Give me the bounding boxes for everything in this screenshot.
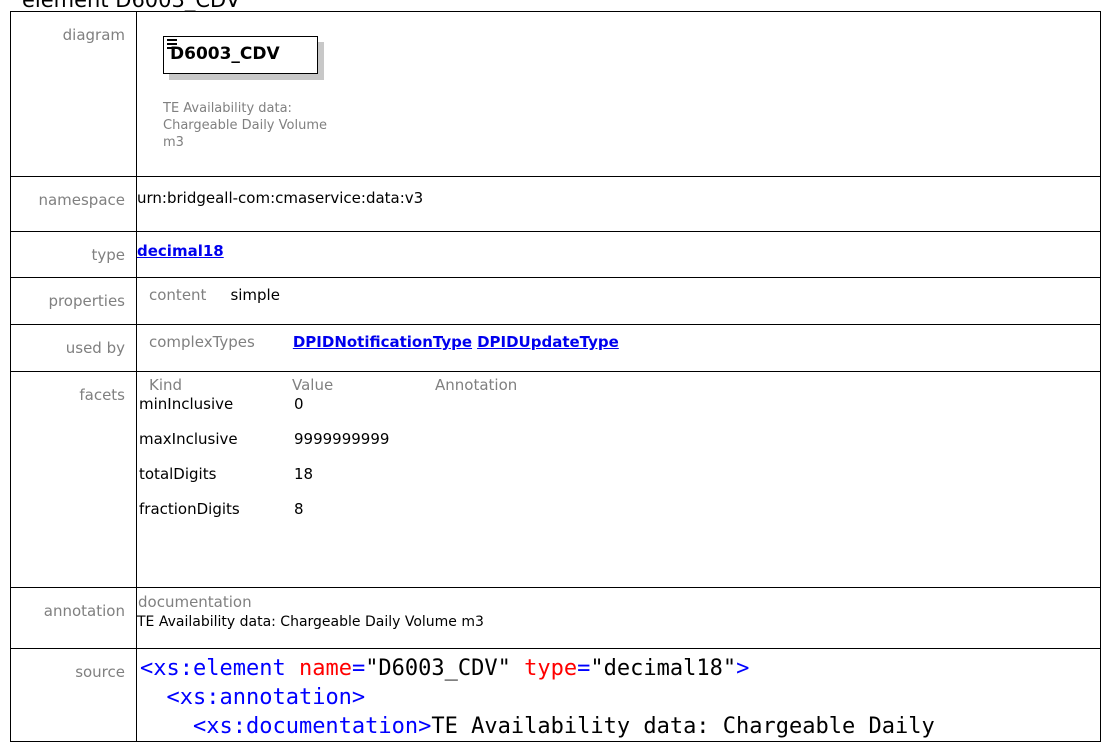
source-label: source xyxy=(10,648,137,742)
facet-row: totalDigits 18 xyxy=(139,465,314,483)
facets-table: Kind Value Annotation minInclusive 0 max… xyxy=(137,372,1100,519)
facets-header-annotation: Annotation xyxy=(435,376,518,394)
type-link[interactable]: decimal18 xyxy=(137,242,224,260)
facet-row: fractionDigits 8 xyxy=(139,500,304,518)
properties-row: properties content simple xyxy=(10,277,1101,325)
facets-label: facets xyxy=(10,371,137,588)
link-dpidupdatetype[interactable]: DPIDUpdateType xyxy=(477,333,619,351)
diagram-row: diagram D6003_CDV TE Availability data: … xyxy=(10,11,1101,177)
facet-row: minInclusive 0 xyxy=(139,395,304,413)
annotation-row: annotation documentation TE Availability… xyxy=(10,587,1101,649)
element-box[interactable]: D6003_CDV xyxy=(163,36,318,74)
facets-header-kind: Kind xyxy=(149,376,183,394)
namespace-value: urn:bridgeall-com:cmaservice:data:v3 xyxy=(137,189,424,207)
annotation-label: annotation xyxy=(10,587,137,649)
annotation-key: documentation xyxy=(138,593,252,611)
diagram-label: diagram xyxy=(10,11,137,177)
facets-header-value: Value xyxy=(292,376,334,394)
properties-value: simple xyxy=(230,286,280,304)
properties-key: content xyxy=(149,286,207,304)
diagram-cell: D6003_CDV TE Availability data: Chargeab… xyxy=(136,11,1101,177)
used-by-row: used by complexTypes DPIDNotificationTyp… xyxy=(10,324,1101,372)
facets-row: facets Kind Value Annotation minInclusiv… xyxy=(10,371,1101,588)
element-doc-table: diagram D6003_CDV TE Availability data: … xyxy=(10,11,1101,742)
element-doc-text: TE Availability data: Chargeable Daily V… xyxy=(163,101,327,150)
type-label: type xyxy=(10,231,137,278)
namespace-label: namespace xyxy=(10,176,137,232)
source-row: source <xs:element name="D6003_CDV" type… xyxy=(10,648,1101,742)
source-code: <xs:element name="D6003_CDV" type="decim… xyxy=(140,656,935,739)
used-by-label: used by xyxy=(10,324,137,372)
properties-label: properties xyxy=(10,277,137,325)
namespace-row: namespace urn:bridgeall-com:cmaservice:d… xyxy=(10,176,1101,232)
element-name: D6003_CDV xyxy=(170,44,280,64)
link-dpidnotificationtype[interactable]: DPIDNotificationType xyxy=(293,333,472,351)
type-row: type decimal18 xyxy=(10,231,1101,278)
facet-row: maxInclusive 9999999999 xyxy=(139,430,390,448)
annotation-value: TE Availability data: Chargeable Daily V… xyxy=(137,614,484,630)
used-by-key: complexTypes xyxy=(149,333,255,351)
